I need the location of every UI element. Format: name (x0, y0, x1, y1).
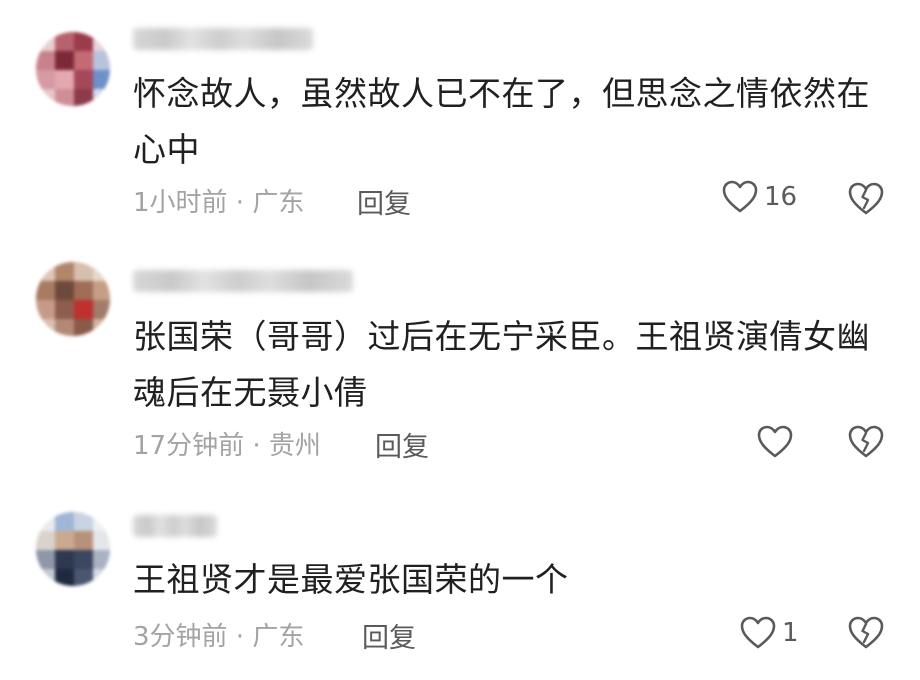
reply-button[interactable]: 回复 (362, 616, 416, 655)
reply-button[interactable]: 回复 (375, 425, 429, 464)
reply-button[interactable]: 回复 (357, 182, 411, 221)
comment-meta: 3分钟前 · 广东 (133, 621, 305, 652)
broken-heart-icon (848, 182, 884, 216)
comment-text-line: 怀念故人，虽然故人已不在了，但思念之情依然在 (133, 74, 870, 113)
broken-heart-icon (848, 425, 884, 459)
avatar[interactable] (36, 262, 110, 336)
heart-outline-icon (757, 425, 793, 459)
comment-text: 怀念故人，虽然故人已不在了，但思念之情依然在 心中 (133, 66, 893, 178)
avatar[interactable] (36, 512, 110, 586)
dislike-button[interactable] (848, 616, 884, 650)
like-button[interactable] (757, 425, 793, 459)
like-button[interactable]: 16 (722, 180, 797, 214)
username[interactable]: ███ (133, 515, 217, 537)
username[interactable]: ████ ████ ██ (133, 28, 313, 50)
dislike-button[interactable] (848, 425, 884, 459)
comment-text: 张国荣（哥哥）过后在无宁采臣。王祖贤演倩女幽 魂后在无聂小倩 (133, 309, 893, 421)
like-button[interactable]: 1 (740, 616, 799, 650)
comment-text-line: 王祖贤才是最爱张国荣的一个 (133, 560, 569, 599)
comment-text: 王祖贤才是最爱张国荣的一个 (133, 552, 893, 608)
dislike-button[interactable] (848, 182, 884, 216)
comment-text-line: 张国荣（哥哥）过后在无宁采臣。王祖贤演倩女幽 (133, 317, 870, 356)
heart-outline-icon (722, 180, 758, 214)
like-count: 1 (782, 618, 799, 648)
username[interactable]: █████ ████ (133, 270, 353, 292)
comment-text-line: 魂后在无聂小倩 (133, 373, 368, 412)
comment-text-line: 心中 (133, 130, 200, 169)
comment-meta: 17分钟前 · 贵州 (133, 430, 321, 461)
avatar[interactable] (36, 32, 110, 106)
heart-outline-icon (740, 616, 776, 650)
comment-meta: 1小时前 · 广东 (133, 187, 305, 218)
like-count: 16 (764, 182, 798, 212)
broken-heart-icon (848, 616, 884, 650)
